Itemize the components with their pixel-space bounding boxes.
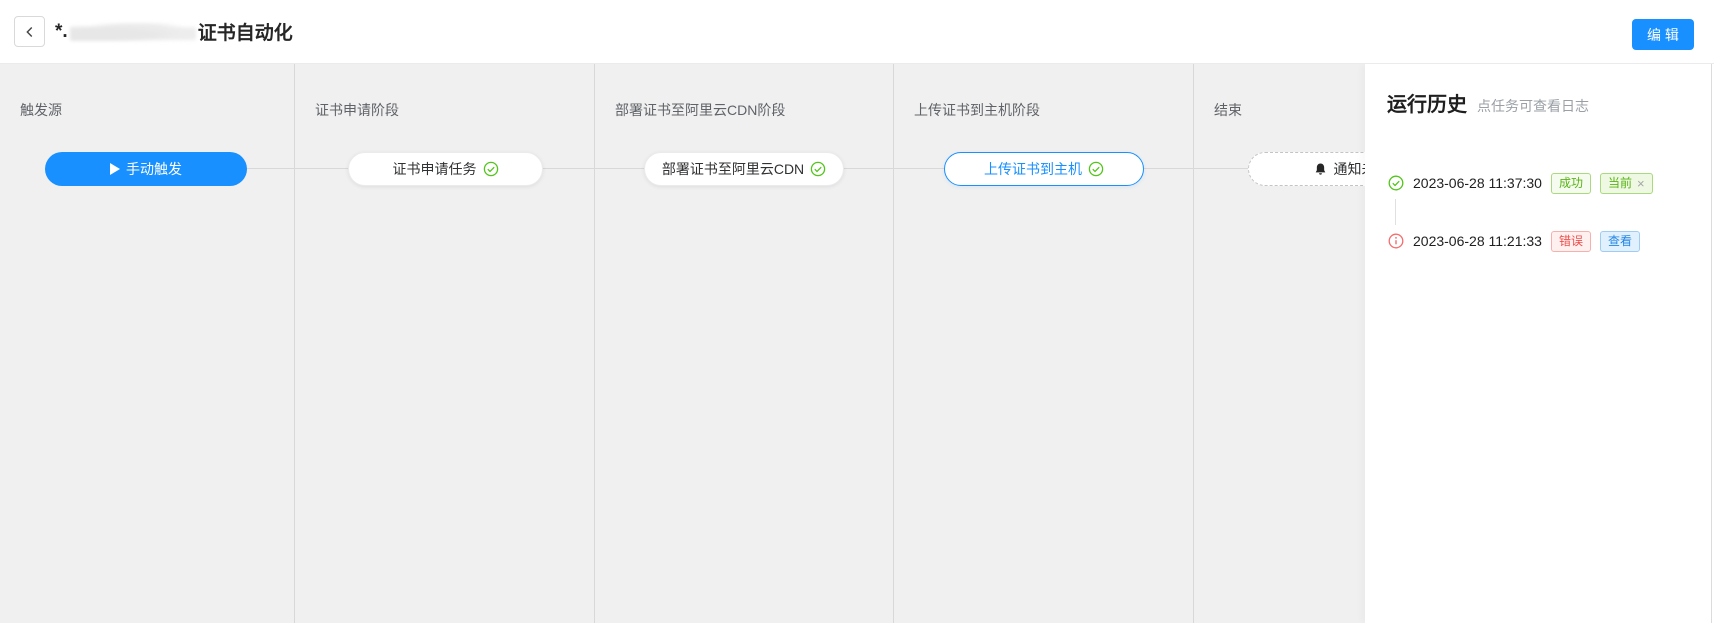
page-title-prefix: *. (55, 21, 68, 43)
check-circle-icon (483, 161, 499, 177)
stage-column-trigger: 触发源 (0, 64, 295, 623)
timeline-connector (1395, 199, 1396, 225)
status-badge-error: 错误 (1551, 231, 1591, 252)
edit-button[interactable]: 编 辑 (1632, 19, 1694, 50)
page-title: *. 证书自动化 (55, 0, 293, 63)
page-header: *. 证书自动化 编 辑 (0, 0, 1714, 64)
play-icon (110, 163, 120, 175)
task-label: 部署证书至阿里云CDN (662, 159, 804, 179)
trigger-label: 手动触发 (126, 159, 182, 179)
current-badge[interactable]: 当前 × (1600, 173, 1653, 194)
success-icon (1388, 175, 1404, 191)
stage-label: 部署证书至阿里云CDN阶段 (615, 100, 785, 120)
stage-label: 上传证书到主机阶段 (914, 100, 1040, 120)
stage-column-cert-request: 证书申请阶段 (295, 64, 595, 623)
stage-label: 触发源 (20, 100, 62, 120)
task-label: 上传证书到主机 (984, 159, 1082, 179)
history-entry[interactable]: 2023-06-28 11:37:30 成功 当前 × (1388, 171, 1653, 195)
close-icon[interactable]: × (1637, 177, 1645, 190)
task-node-cert-request[interactable]: 证书申请任务 (348, 152, 543, 186)
chevron-left-icon (22, 24, 38, 40)
back-button[interactable] (14, 16, 45, 47)
task-node-upload-host[interactable]: 上传证书到主机 (944, 152, 1144, 186)
bell-icon (1313, 162, 1328, 177)
stage-label: 证书申请阶段 (315, 100, 399, 120)
redacted-domain (70, 23, 196, 41)
error-icon (1388, 233, 1404, 249)
history-timestamp: 2023-06-28 11:21:33 (1413, 233, 1542, 249)
task-node-deploy-cdn[interactable]: 部署证书至阿里云CDN (644, 152, 844, 186)
panel-right-edge (1711, 64, 1712, 623)
stage-label: 结束 (1214, 100, 1242, 120)
run-history-title: 运行历史 (1387, 88, 1467, 117)
manual-trigger-button[interactable]: 手动触发 (45, 152, 247, 186)
view-log-button[interactable]: 查看 (1600, 231, 1640, 252)
check-circle-icon (1088, 161, 1104, 177)
check-circle-icon (810, 161, 826, 177)
run-history-hint: 点任务可查看日志 (1477, 96, 1589, 116)
task-label: 证书申请任务 (393, 159, 477, 179)
stage-column-deploy-cdn: 部署证书至阿里云CDN阶段 (595, 64, 894, 623)
status-badge-success: 成功 (1551, 173, 1591, 194)
history-entry[interactable]: 2023-06-28 11:21:33 错误 查看 (1388, 229, 1640, 253)
page-title-suffix: 证书自动化 (198, 18, 293, 45)
stage-column-upload-host: 上传证书到主机阶段 (894, 64, 1194, 623)
history-timestamp: 2023-06-28 11:37:30 (1413, 175, 1542, 191)
run-history-panel: 运行历史 点任务可查看日志 2023-06-28 11:37:30 成功 当前 … (1365, 64, 1714, 623)
